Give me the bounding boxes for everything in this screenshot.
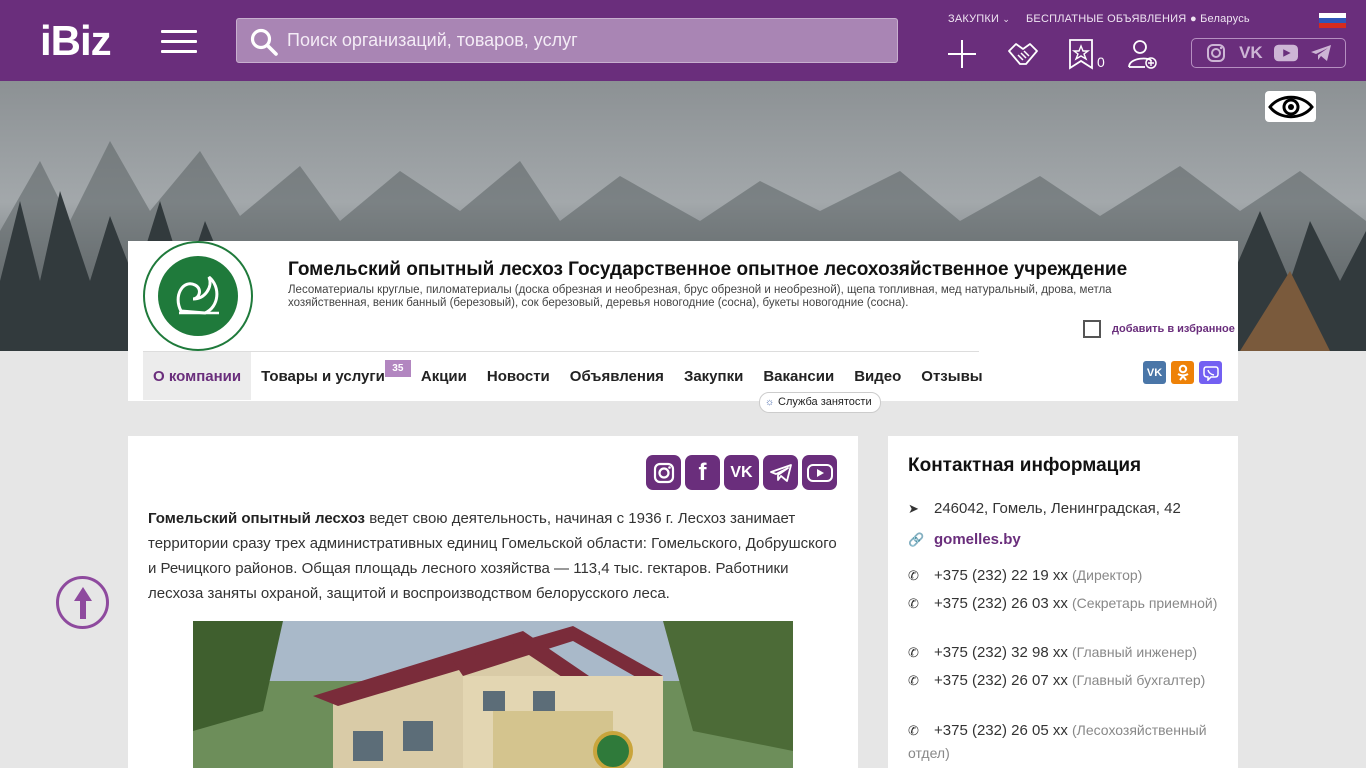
phone-icon: ✆ xyxy=(908,673,919,688)
tab-vacancies-label: Вакансии xyxy=(763,367,835,385)
tab-ads-label: Объявления xyxy=(569,367,664,385)
top-header: iBiz ЗАКУПКИ ⌄ БЕСПЛАТНЫЕ ОБЪЯВЛЕНИЯ ● Б… xyxy=(0,0,1366,81)
vk-icon[interactable]: VK xyxy=(1239,43,1263,63)
company-title: Гомельский опытный лесхоз Государственно… xyxy=(288,259,1128,280)
russian-flag-icon[interactable] xyxy=(1319,13,1346,28)
phone-number[interactable]: +375 (232) 32 98 xx xyxy=(934,644,1068,661)
scroll-to-top-button[interactable] xyxy=(56,576,109,629)
purchases-link-label: ЗАКУПКИ xyxy=(948,13,1000,25)
instagram-icon[interactable] xyxy=(1204,43,1228,63)
tab-news[interactable]: Новости xyxy=(477,352,560,400)
phone-row: ✆ +375 (232) 22 19 xx (Директор) xyxy=(908,564,1228,587)
about-text: Гомельский опытный лесхоз ведет свою дея… xyxy=(148,506,838,606)
tab-purchases-label: Закупки xyxy=(683,367,744,385)
tab-promotions-label: Акции xyxy=(420,367,467,385)
website-link[interactable]: gomelles.by xyxy=(934,531,1021,548)
phone-note: (Главный бухгалтер) xyxy=(1072,672,1206,688)
phone-row: ✆ +375 (232) 26 03 xx (Секретарь приемной… xyxy=(908,592,1228,615)
phone-number[interactable]: +375 (232) 26 07 xx xyxy=(934,672,1068,689)
youtube-icon[interactable] xyxy=(802,455,837,490)
tab-reviews-label: Отзывы xyxy=(921,367,983,385)
location-pin-icon: ● xyxy=(1190,13,1197,25)
about-lead: Гомельский опытный лесхоз xyxy=(148,510,366,527)
phone-row: ✆ +375 (232) 32 98 xx (Главный инженер) xyxy=(908,641,1228,664)
phone-note: (Главный инженер) xyxy=(1072,644,1198,660)
ibiz-logo[interactable]: iBiz xyxy=(40,20,112,62)
chevron-down-icon: ⌄ xyxy=(1002,14,1011,24)
free-ads-link[interactable]: БЕСПЛАТНЫЕ ОБЪЯВЛЕНИЯ xyxy=(1026,13,1186,25)
tab-products[interactable]: Товары и услуги 35 xyxy=(251,352,411,400)
contacts-title: Контактная информация xyxy=(908,455,1142,476)
user-add-icon[interactable] xyxy=(1125,37,1159,71)
contacts-panel: Контактная информация ➤ 246042, Гомель, Л… xyxy=(888,436,1238,768)
tab-purchases[interactable]: Закупки xyxy=(674,352,753,400)
products-count-badge: 35 xyxy=(384,360,411,377)
tab-products-label: Товары и услуги xyxy=(261,367,385,385)
tab-news-label: Новости xyxy=(486,367,550,385)
telegram-icon[interactable] xyxy=(763,455,798,490)
website-row: 🔗 gomelles.by xyxy=(908,528,1228,551)
favorites-star-icon[interactable] xyxy=(1065,37,1099,71)
phone-icon: ✆ xyxy=(908,723,919,738)
handshake-icon[interactable] xyxy=(1006,37,1040,71)
header-social-links: VK xyxy=(1191,38,1346,68)
address-row: ➤ 246042, Гомель, Ленинградская, 42 xyxy=(908,497,1228,520)
company-card: Гомельский опытный лесхоз Государственно… xyxy=(128,241,1238,401)
tab-about[interactable]: О компании xyxy=(143,352,252,400)
office-building-photo xyxy=(193,621,793,768)
phone-note: (Директор) xyxy=(1072,567,1143,583)
search-icon[interactable] xyxy=(249,27,279,57)
tab-ads[interactable]: Объявления xyxy=(560,352,674,400)
link-icon: 🔗 xyxy=(908,532,925,547)
instagram-icon[interactable] xyxy=(646,455,681,490)
arrow-up-icon xyxy=(73,586,92,619)
tab-reviews[interactable]: Отзывы xyxy=(911,352,992,400)
purchases-menu[interactable]: ЗАКУПКИ ⌄ xyxy=(948,13,1010,25)
tab-promotions[interactable]: Акции xyxy=(411,352,477,400)
share-buttons: VK xyxy=(1143,361,1222,384)
company-social-links: f VK xyxy=(646,455,837,490)
phone-number[interactable]: +375 (232) 22 19 xx xyxy=(934,567,1068,584)
phone-row: ✆ +375 (232) 26 05 xx (Лесохозяйственный … xyxy=(908,719,1228,765)
ok-share-icon[interactable] xyxy=(1171,361,1194,384)
facebook-icon[interactable]: f xyxy=(685,455,720,490)
address-text: 246042, Гомель, Ленинградская, 42 xyxy=(934,500,1181,517)
job-service-badge[interactable]: Служба занятости xyxy=(759,392,881,413)
phone-icon: ✆ xyxy=(908,645,919,660)
phone-icon: ✆ xyxy=(908,596,919,611)
company-description: Лесоматериалы круглые, пиломатериалы (до… xyxy=(288,284,1112,309)
viber-share-icon[interactable] xyxy=(1199,361,1222,384)
telegram-icon[interactable] xyxy=(1309,43,1333,63)
phone-number[interactable]: +375 (232) 26 05 xx xyxy=(934,722,1068,739)
company-logo xyxy=(143,241,253,351)
checkbox-icon[interactable] xyxy=(1083,320,1101,338)
plus-icon[interactable] xyxy=(945,37,979,71)
add-to-favorites-checkbox[interactable]: добавить в избранное xyxy=(1083,320,1235,338)
menu-icon[interactable] xyxy=(161,30,197,54)
search-bar[interactable] xyxy=(236,18,898,63)
youtube-icon[interactable] xyxy=(1274,43,1299,63)
region-label: Беларусь xyxy=(1200,13,1250,25)
favorites-count: 0 xyxy=(1097,54,1105,70)
accessibility-eye-icon[interactable] xyxy=(1265,91,1316,122)
tab-video-label: Видео xyxy=(854,367,902,385)
search-input[interactable] xyxy=(287,19,887,62)
add-to-favorites-label: добавить в избранное xyxy=(1112,323,1235,335)
tab-about-label: О компании xyxy=(153,367,242,385)
about-panel: f VK Гомельский опытный лесхоз ведет сво… xyxy=(128,436,858,768)
phone-row: ✆ +375 (232) 26 07 xx (Главный бухгалтер) xyxy=(908,669,1228,692)
phone-note: (Секретарь приемной) xyxy=(1072,595,1218,611)
phone-icon: ✆ xyxy=(908,568,919,583)
region-selector[interactable]: ● Беларусь xyxy=(1190,13,1250,25)
navigation-arrow-icon: ➤ xyxy=(908,501,919,516)
vk-share-icon[interactable]: VK xyxy=(1143,361,1166,384)
phone-number[interactable]: +375 (232) 26 03 xx xyxy=(934,595,1068,612)
vk-icon[interactable]: VK xyxy=(724,455,759,490)
